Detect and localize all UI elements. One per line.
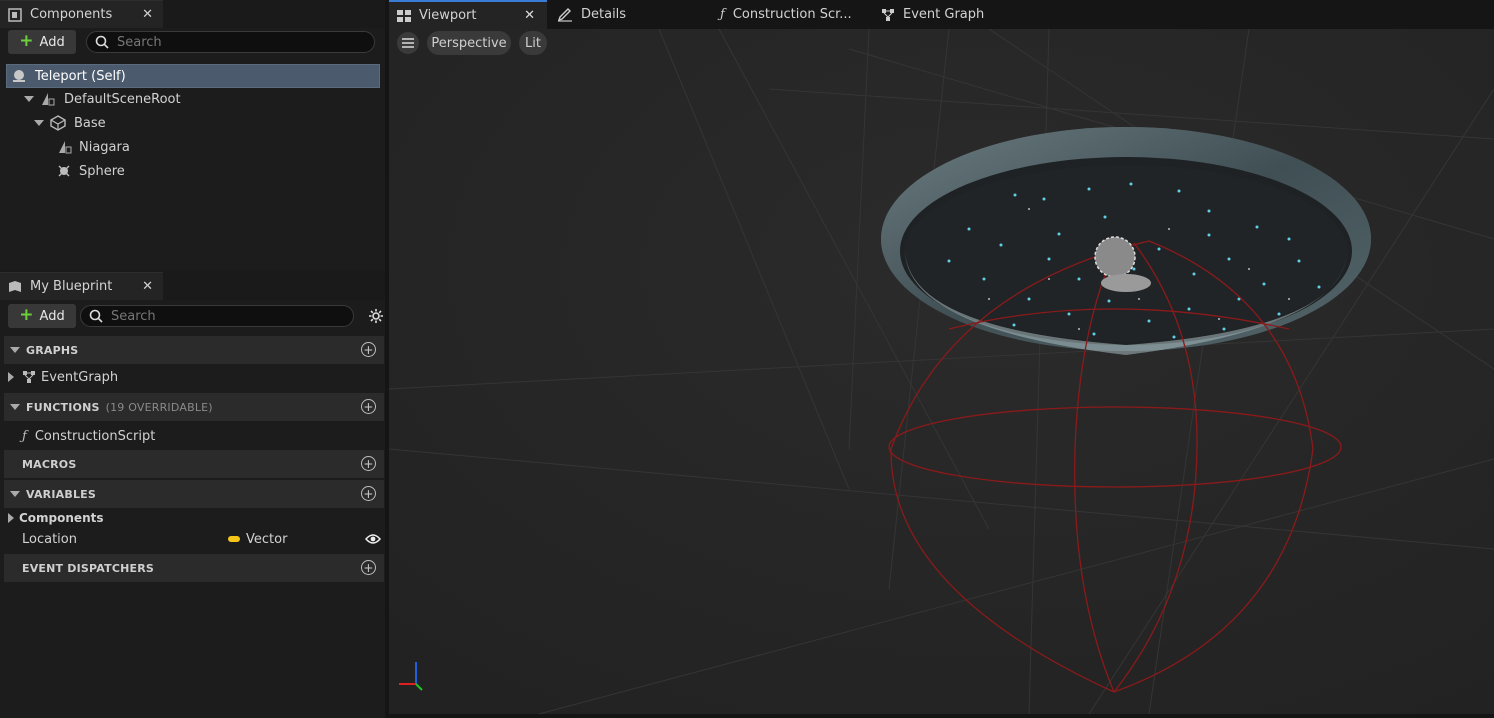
section-variables[interactable]: VARIABLES + xyxy=(4,480,384,508)
add-button-label: Add xyxy=(39,34,65,50)
variable-row-location[interactable]: Location Vector xyxy=(22,528,384,550)
static-mesh-icon xyxy=(50,115,66,131)
viewport-canvas[interactable]: Perspective Lit xyxy=(389,29,1494,714)
add-button-label: Add xyxy=(39,308,65,324)
add-component-button[interactable]: + Add xyxy=(8,30,76,54)
variable-type[interactable]: Vector xyxy=(246,532,287,547)
perspective-label: Perspective xyxy=(431,35,507,51)
niagara-icon xyxy=(59,141,72,154)
close-icon[interactable]: ✕ xyxy=(524,8,535,23)
collapse-arrow-icon[interactable] xyxy=(24,96,34,102)
viewport-bottom-border xyxy=(389,714,1494,718)
expand-arrow-icon[interactable] xyxy=(8,513,14,523)
tab-viewport[interactable]: Viewport ✕ xyxy=(389,0,547,29)
variable-category-label: Components xyxy=(19,511,104,525)
function-icon: ƒ xyxy=(22,428,27,444)
section-title: MACROS xyxy=(22,457,77,471)
plus-icon: + xyxy=(19,304,34,325)
components-toolbar: + Add Search xyxy=(0,26,385,58)
plus-icon: + xyxy=(19,30,34,51)
perspective-button[interactable]: Perspective xyxy=(427,31,511,55)
variable-category-components[interactable]: Components xyxy=(8,507,104,529)
add-graph-icon[interactable]: + xyxy=(361,342,376,357)
add-macro-icon[interactable]: + xyxy=(361,456,376,471)
tab-label: Event Graph xyxy=(903,7,985,22)
graph-item-eventgraph[interactable]: EventGraph xyxy=(8,366,118,388)
section-title: EVENT DISPATCHERS xyxy=(22,561,155,575)
add-dispatcher-icon[interactable]: + xyxy=(361,560,376,575)
tab-event-graph[interactable]: Event Graph xyxy=(873,0,984,29)
variable-name: Location xyxy=(22,531,77,547)
function-item-constructionscript[interactable]: ƒ ConstructionScript xyxy=(22,425,155,447)
event-graph-icon xyxy=(882,8,894,21)
tree-item-base[interactable]: Base xyxy=(34,111,106,135)
section-title: GRAPHS xyxy=(26,343,79,357)
components-tab-label: Components xyxy=(30,7,113,22)
tree-item-label: Teleport (Self) xyxy=(35,68,126,84)
collapse-arrow-icon xyxy=(10,347,20,353)
lit-label: Lit xyxy=(525,35,541,51)
scene-component-icon xyxy=(42,93,55,106)
add-function-icon[interactable]: + xyxy=(361,399,376,414)
tree-item-label: DefaultSceneRoot xyxy=(64,91,181,107)
section-title: VARIABLES xyxy=(26,487,96,501)
section-event-dispatchers[interactable]: EVENT DISPATCHERS + xyxy=(4,554,384,582)
tree-item-sphere[interactable]: Sphere xyxy=(57,159,125,183)
eye-icon[interactable] xyxy=(365,533,381,545)
viewport-scene xyxy=(389,29,1494,714)
tab-construction-script[interactable]: ƒ Construction Scr... xyxy=(712,0,852,29)
function-item-label: ConstructionScript xyxy=(34,428,156,444)
lit-mode-button[interactable]: Lit xyxy=(519,31,547,55)
settings-gear-icon[interactable] xyxy=(368,308,384,324)
tree-item-label: Sphere xyxy=(79,163,125,179)
hamburger-icon xyxy=(402,38,414,48)
add-member-button[interactable]: + Add xyxy=(8,304,76,328)
actor-icon xyxy=(13,70,25,82)
collapse-arrow-icon[interactable] xyxy=(34,120,44,126)
viewport-menu-button[interactable] xyxy=(397,32,419,54)
tree-item-teleport-self[interactable]: Teleport (Self) xyxy=(6,64,380,88)
section-macros[interactable]: MACROS + xyxy=(4,450,384,478)
search-placeholder: Search xyxy=(117,34,162,50)
add-variable-icon[interactable]: + xyxy=(361,486,376,501)
book-icon xyxy=(9,280,21,292)
editor-tab-bar: Viewport ✕ Details ƒ Construction Scr...… xyxy=(389,0,1494,29)
blueprint-toolbar: + Add Search xyxy=(0,300,385,332)
event-graph-icon xyxy=(23,371,35,383)
tab-components[interactable]: Components ✕ xyxy=(0,0,163,28)
close-icon[interactable]: ✕ xyxy=(142,7,153,22)
tab-details[interactable]: Details xyxy=(549,0,626,29)
tree-item-niagara[interactable]: Niagara xyxy=(57,135,130,159)
components-icon xyxy=(8,7,22,22)
viewport-icon xyxy=(397,9,411,22)
section-subtitle: (19 OVERRIDABLE) xyxy=(105,400,213,414)
section-graphs[interactable]: GRAPHS + xyxy=(4,336,384,364)
tree-item-defaultsceneroot[interactable]: DefaultSceneRoot xyxy=(24,87,181,111)
function-icon: ƒ xyxy=(720,7,725,22)
tab-my-blueprint[interactable]: My Blueprint ✕ xyxy=(0,272,163,300)
close-icon[interactable]: ✕ xyxy=(142,279,153,294)
expand-arrow-icon[interactable] xyxy=(8,372,14,382)
tab-label: Viewport xyxy=(419,8,477,23)
search-placeholder: Search xyxy=(111,308,156,324)
left-column: Components ✕ + Add Search Teleport (Self… xyxy=(0,0,385,718)
vector-type-pill-icon xyxy=(228,536,240,542)
tree-item-label: Niagara xyxy=(79,139,130,155)
tab-label: Construction Scr... xyxy=(732,7,852,22)
search-icon xyxy=(89,309,103,323)
blueprint-search-input[interactable]: Search xyxy=(80,305,354,327)
tree-item-label: Base xyxy=(74,115,106,131)
pencil-icon xyxy=(557,7,572,22)
components-search-input[interactable]: Search xyxy=(86,31,375,53)
collapse-arrow-icon xyxy=(10,404,20,410)
graph-item-label: EventGraph xyxy=(41,369,119,385)
section-title: FUNCTIONS xyxy=(26,400,100,414)
collapse-arrow-icon xyxy=(10,491,20,497)
tab-label: Details xyxy=(581,7,627,22)
sphere-collision-icon xyxy=(58,165,70,177)
section-functions[interactable]: FUNCTIONS (19 OVERRIDABLE) + xyxy=(4,393,384,421)
my-blueprint-tab-label: My Blueprint xyxy=(30,279,113,294)
search-icon xyxy=(95,35,109,49)
